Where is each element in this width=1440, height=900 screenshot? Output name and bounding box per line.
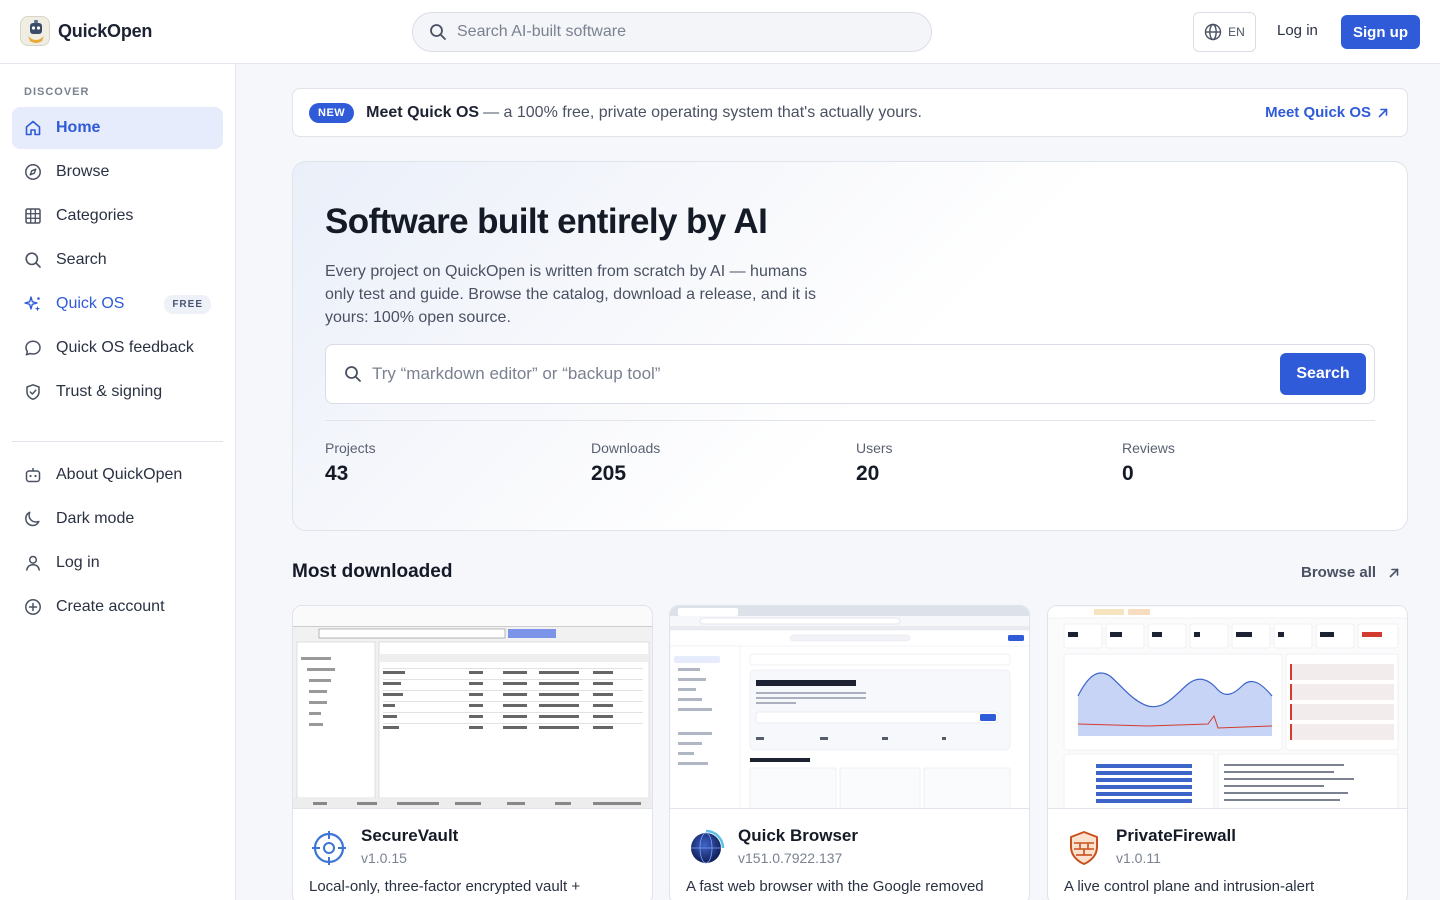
banner-link[interactable]: Meet Quick OS [1265,104,1389,121]
hero-description: Every project on QuickOpen is written fr… [325,263,816,326]
logo-icon [20,16,50,46]
project-version: v1.0.15 [361,850,407,866]
stat-label: Reviews [1122,440,1175,456]
sidebar-item-trust-signing[interactable]: Trust & signing [12,371,223,413]
firewall-shield-icon [1064,828,1104,868]
project-version: v1.0.11 [1116,850,1161,866]
project-card-quick-browser[interactable]: Quick Browser v151.0.7922.137 A fast web… [669,605,1030,900]
compass-icon [24,163,42,181]
plus-circle-icon [24,598,42,616]
stat-value: 205 [591,462,627,485]
section-title-most-downloaded: Most downloaded [292,561,453,582]
browse-all-label: Browse all [1301,564,1377,581]
sidebar-item-label: Search [56,251,107,268]
sidebar-item-home[interactable]: Home [12,107,223,149]
new-badge: NEW [309,102,355,123]
hero-search-input[interactable] [372,364,1252,384]
stat-reviews: Reviews 0 [1122,440,1175,486]
hero-search-button[interactable]: Search [1280,353,1366,395]
project-card-privatefirewall[interactable]: PrivateFirewall v1.0.11 A live control p… [1047,605,1408,900]
top-search-box[interactable] [412,12,932,52]
signup-button[interactable]: Sign up [1341,15,1420,49]
project-screenshot [1048,606,1407,809]
stat-label: Projects [325,440,376,456]
sparkle-icon [24,295,42,313]
browse-all-link[interactable]: Browse all [1301,564,1400,581]
project-screenshot [670,606,1029,809]
banner-title: Meet Quick OS [366,103,480,121]
sidebar-item-search[interactable]: Search [12,239,223,281]
sidebar-item-label: Home [56,119,101,136]
project-name: PrivateFirewall [1116,826,1237,845]
stat-value: 20 [856,462,880,485]
vault-crosshair-icon [309,828,349,868]
hero-panel: Software built entirely by AI Every proj… [292,161,1408,531]
stat-value: 43 [325,462,349,485]
sidebar-item-label: About QuickOpen [56,466,183,483]
project-description: A live control plane and intrusion-alert [1064,878,1315,895]
language-code: EN [1228,25,1245,39]
stat-downloads: Downloads 205 [591,440,660,486]
sidebar-item-dark-mode[interactable]: Dark mode [12,498,223,540]
project-card-securevault[interactable]: SecureVault v1.0.15 Local-only, three-fa… [292,605,653,900]
grid-icon [24,207,42,225]
search-icon [24,251,42,269]
sidebar-item-categories[interactable]: Categories [12,195,223,237]
stat-label: Users [856,440,893,456]
sidebar-item-browse[interactable]: Browse [12,151,223,193]
user-icon [24,554,42,572]
sidebar-heading: DISCOVER [24,86,90,98]
sidebar-item-label: Quick OS feedback [56,339,194,356]
sidebar: DISCOVER Home Browse Categories Search Q… [0,64,236,900]
hero-search-box[interactable]: Search [325,344,1375,404]
globe-icon [686,828,726,868]
sidebar-item-label: Dark mode [56,510,135,527]
hero-title: Software built entirely by AI [325,202,768,241]
project-description: A fast web browser with the Google remov… [686,878,984,895]
robot-icon [24,466,42,484]
home-icon [24,119,42,137]
sidebar-item-create-account[interactable]: Create account [12,586,223,628]
project-description: Local-only, three-factor encrypted vault… [309,878,581,895]
sidebar-item-label: Create account [56,598,165,615]
globe-icon [1204,23,1222,41]
project-name: Quick Browser [738,826,858,845]
stat-projects: Projects 43 [325,440,376,486]
moon-icon [24,510,42,528]
hero-divider [325,420,1375,421]
brand-name: QuickOpen [58,20,153,41]
announcement-banner: NEW Meet Quick OS — a 100% free, private… [292,88,1408,137]
external-arrow-icon [1389,568,1399,577]
sidebar-item-label: Browse [56,163,110,180]
sidebar-item-label: Trust & signing [56,383,163,400]
project-version: v151.0.7922.137 [738,850,843,866]
sidebar-item-label: Log in [56,554,100,571]
sidebar-item-label: Quick OS [56,295,125,312]
banner-text: — a 100% free, private operating system … [483,103,922,121]
sidebar-item-quick-os[interactable]: Quick OS FREE [12,283,223,325]
sidebar-item-label: Categories [56,207,134,224]
shield-check-icon [24,383,42,401]
header-login-link[interactable]: Log in [1277,22,1318,39]
project-screenshot [293,606,652,809]
banner-link-label: Meet Quick OS [1265,104,1371,121]
free-badge: FREE [164,295,211,314]
search-icon [345,366,361,382]
project-name: SecureVault [361,826,459,845]
sidebar-divider [12,441,223,442]
stat-label: Downloads [591,440,661,456]
brand-logo[interactable]: QuickOpen [20,16,152,46]
sidebar-item-about[interactable]: About QuickOpen [12,454,223,496]
language-switcher[interactable]: EN [1193,12,1256,52]
external-arrow-icon [1378,108,1388,117]
chat-bubble-icon [24,339,42,357]
stat-value: 0 [1122,462,1134,485]
search-icon [430,24,446,40]
sidebar-item-login[interactable]: Log in [12,542,223,584]
top-bar: QuickOpen EN Log in Sign up [0,0,1440,64]
sidebar-item-quick-os-feedback[interactable]: Quick OS feedback [12,327,223,369]
stat-users: Users 20 [856,440,893,486]
top-search-input[interactable] [457,23,897,41]
